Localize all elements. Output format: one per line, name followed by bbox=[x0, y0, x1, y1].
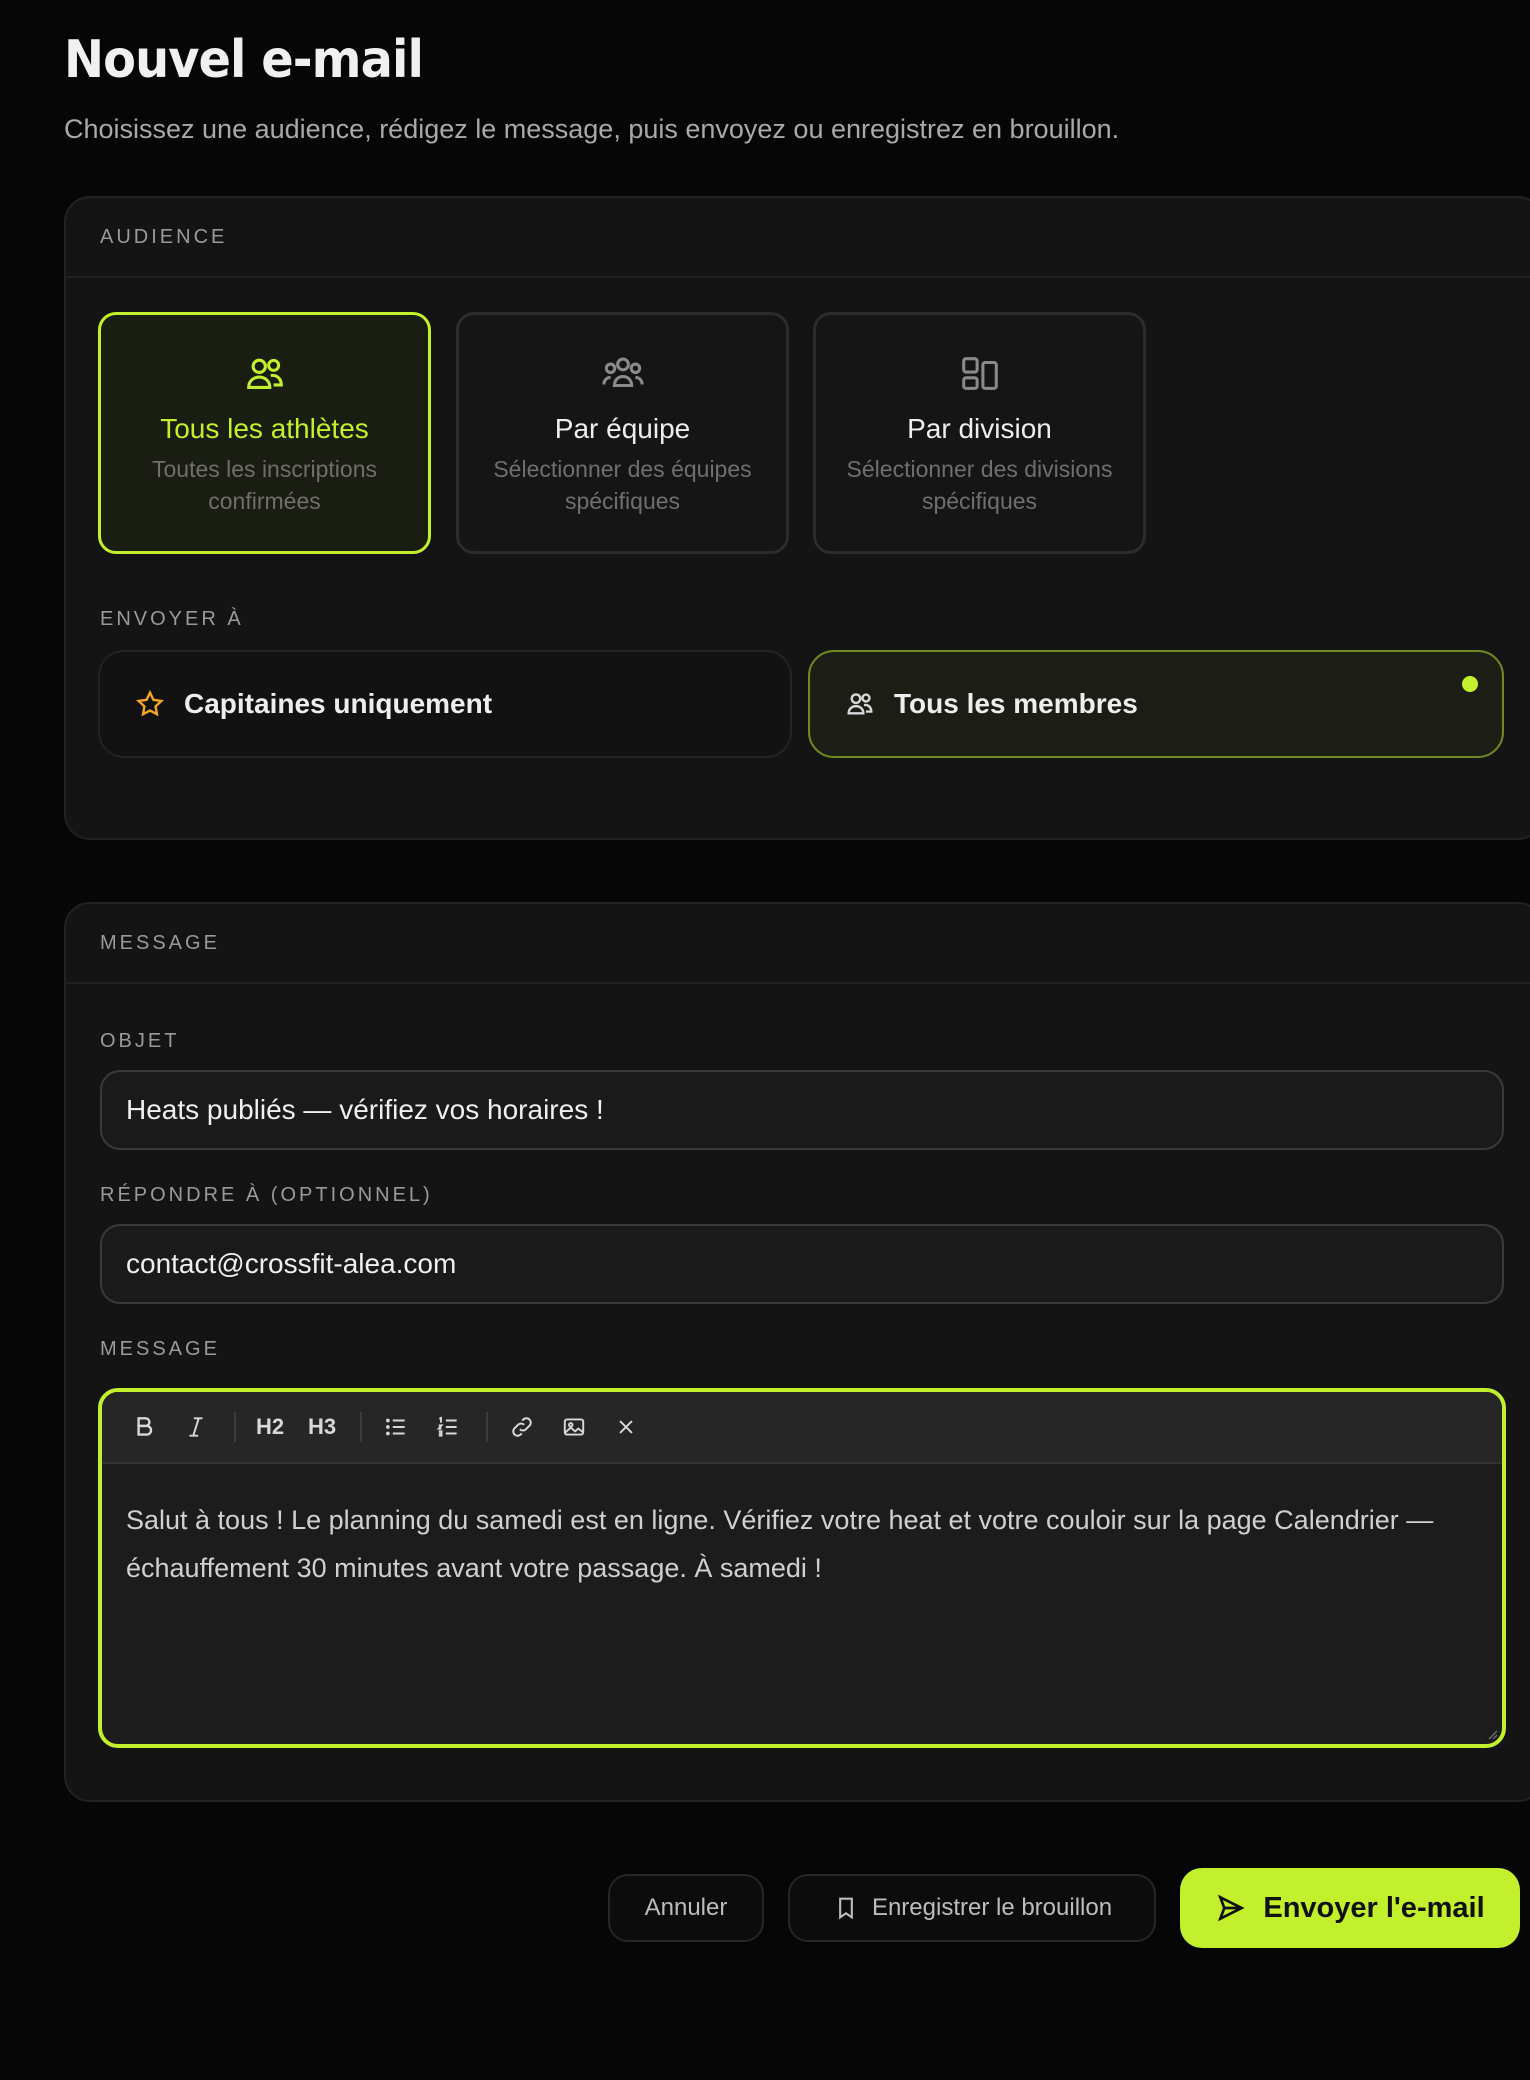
italic-button[interactable] bbox=[176, 1407, 216, 1447]
save-draft-button[interactable]: Enregistrer le brouillon bbox=[788, 1874, 1156, 1942]
selected-indicator-dot bbox=[1462, 676, 1478, 692]
audience-option-description: Sélectionner des équipes spécifiques bbox=[493, 456, 752, 514]
audience-option-all-athletes[interactable]: Tous les athlètes Toutes les inscription… bbox=[98, 312, 431, 554]
italic-icon bbox=[189, 1417, 203, 1437]
audience-option-title: Tous les athlètes bbox=[160, 413, 369, 444]
close-icon bbox=[619, 1420, 633, 1434]
send-to-option-label: Tous les membres bbox=[894, 688, 1138, 719]
audience-card: AUDIENCE Tous les athlètes Toutes les in… bbox=[64, 196, 1530, 840]
send-to-all-members[interactable]: Tous les membres bbox=[808, 650, 1504, 758]
editor-toolbar: H2 H3 bbox=[102, 1392, 1502, 1464]
bold-icon bbox=[137, 1417, 153, 1436]
numbered-list-button[interactable] bbox=[428, 1407, 468, 1447]
cancel-button[interactable]: Annuler bbox=[608, 1874, 764, 1942]
audience-option-description: Sélectionner des divisions spécifiques bbox=[846, 456, 1113, 514]
users-icon bbox=[847, 693, 873, 715]
reply-to-input[interactable]: contact@crossfit-alea.com bbox=[100, 1224, 1504, 1304]
audience-header: AUDIENCE bbox=[66, 198, 1530, 278]
send-icon bbox=[1218, 1894, 1246, 1922]
send-email-button-label: Envoyer l'e-mail bbox=[1263, 1891, 1485, 1924]
message-header: MESSAGE bbox=[66, 904, 1530, 984]
send-to-option-label: Capitaines uniquement bbox=[184, 688, 493, 719]
bold-button[interactable] bbox=[124, 1407, 164, 1447]
link-button[interactable] bbox=[502, 1407, 542, 1447]
audience-option-title: Par équipe bbox=[554, 413, 691, 444]
clear-format-button[interactable] bbox=[606, 1407, 646, 1447]
bullet-list-button[interactable] bbox=[376, 1407, 416, 1447]
message-card: MESSAGE OBJET Heats publiés — vérifiez v… bbox=[64, 902, 1530, 1802]
message-editor[interactable]: H2 H3 Salut à tous ! Le planning du same… bbox=[98, 1388, 1506, 1748]
subject-input[interactable]: Heats publiés — vérifiez vos horaires ! bbox=[100, 1070, 1504, 1150]
toolbar-separator bbox=[486, 1412, 488, 1442]
send-to-captains-only[interactable]: Capitaines uniquement bbox=[98, 650, 792, 758]
audience-option-description: Toutes les inscriptions confirmées bbox=[152, 456, 377, 514]
page-subtitle: Choisissez une audience, rédigez le mess… bbox=[64, 114, 1120, 144]
star-icon bbox=[136, 689, 164, 717]
reply-to-value: contact@crossfit-alea.com bbox=[126, 1248, 457, 1279]
bookmark-icon bbox=[839, 1897, 853, 1920]
layout-icon bbox=[961, 357, 998, 390]
save-draft-button-label: Enregistrer le brouillon bbox=[871, 1894, 1113, 1921]
heading-3-button[interactable]: H3 bbox=[302, 1407, 342, 1447]
team-icon bbox=[601, 357, 644, 388]
heading-2-button[interactable]: H2 bbox=[250, 1407, 290, 1447]
audience-option-by-division[interactable]: Par division Sélectionner des divisions … bbox=[813, 312, 1146, 554]
reply-to-label: RÉPONDRE À (OPTIONNEL) bbox=[100, 1184, 433, 1206]
page-title: Nouvel e-mail bbox=[64, 30, 424, 90]
toolbar-separator bbox=[360, 1412, 362, 1442]
image-icon bbox=[563, 1418, 585, 1436]
send-email-button[interactable]: Envoyer l'e-mail bbox=[1180, 1868, 1520, 1948]
subject-value: Heats publiés — vérifiez vos horaires ! bbox=[126, 1094, 604, 1125]
image-button[interactable] bbox=[554, 1407, 594, 1447]
audience-option-by-team[interactable]: Par équipe Sélectionner des équipes spéc… bbox=[456, 312, 789, 554]
cancel-button-label: Annuler bbox=[644, 1894, 728, 1921]
numbered-list-icon bbox=[436, 1416, 457, 1437]
message-body-label: MESSAGE bbox=[100, 1338, 220, 1360]
resize-handle-icon[interactable] bbox=[1484, 1726, 1498, 1740]
link-icon bbox=[512, 1417, 532, 1437]
toolbar-separator bbox=[234, 1412, 236, 1442]
users-icon bbox=[246, 358, 283, 389]
subject-label: OBJET bbox=[100, 1030, 180, 1052]
bullet-list-icon bbox=[386, 1418, 405, 1436]
audience-option-title: Par division bbox=[907, 413, 1052, 444]
send-to-label: ENVOYER À bbox=[100, 608, 244, 630]
message-body-text[interactable]: Salut à tous ! Le planning du samedi est… bbox=[102, 1464, 1502, 1624]
